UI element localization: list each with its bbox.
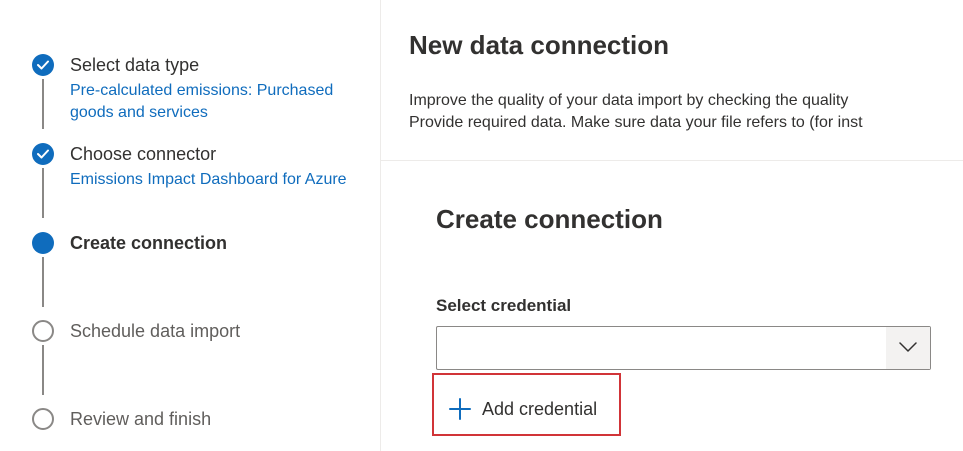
step-complete-icon [32,54,54,76]
step-complete-icon [32,143,54,165]
header-divider [381,160,963,161]
step-subtitle-link[interactable]: Emissions Impact Dashboard for Azure [70,169,350,191]
chevron-down-icon [899,342,917,352]
step-connector [42,345,44,395]
step-connector [42,79,44,129]
step-title: Schedule data import [70,321,241,341]
step-pending-icon [32,320,54,342]
step-title: Create connection [70,233,228,253]
description-line: Provide required data. Make sure data yo… [409,114,863,131]
credential-dropdown-button[interactable] [886,327,930,369]
step-pending-icon [32,408,54,430]
page-title: New data connection [409,30,670,60]
credential-label: Select credential [436,296,572,315]
section-title: Create connection [436,204,663,234]
step-title: Choose connector [70,144,217,164]
step-connector [42,168,44,218]
step-title: Select data type [70,55,200,75]
add-credential-label: Add credential [482,399,598,419]
step-title: Review and finish [70,409,212,429]
credential-select[interactable] [436,326,931,370]
step-connector [42,257,44,307]
step-current-icon [32,232,54,254]
checkmark-icon [37,149,49,159]
description-line: Improve the quality of your data import … [409,92,849,109]
page-description: Improve the quality of your data import … [409,90,963,134]
plus-icon [449,398,471,420]
add-credential-button[interactable]: Add credential [432,373,621,436]
step-subtitle-link[interactable]: Pre-calculated emissions: Purchased good… [70,80,350,124]
main-panel: New data connection Improve the quality … [381,0,963,451]
wizard-stepper: Select data type Pre-calculated emission… [0,0,380,451]
app-root: Select data type Pre-calculated emission… [0,0,963,451]
checkmark-icon [37,60,49,70]
